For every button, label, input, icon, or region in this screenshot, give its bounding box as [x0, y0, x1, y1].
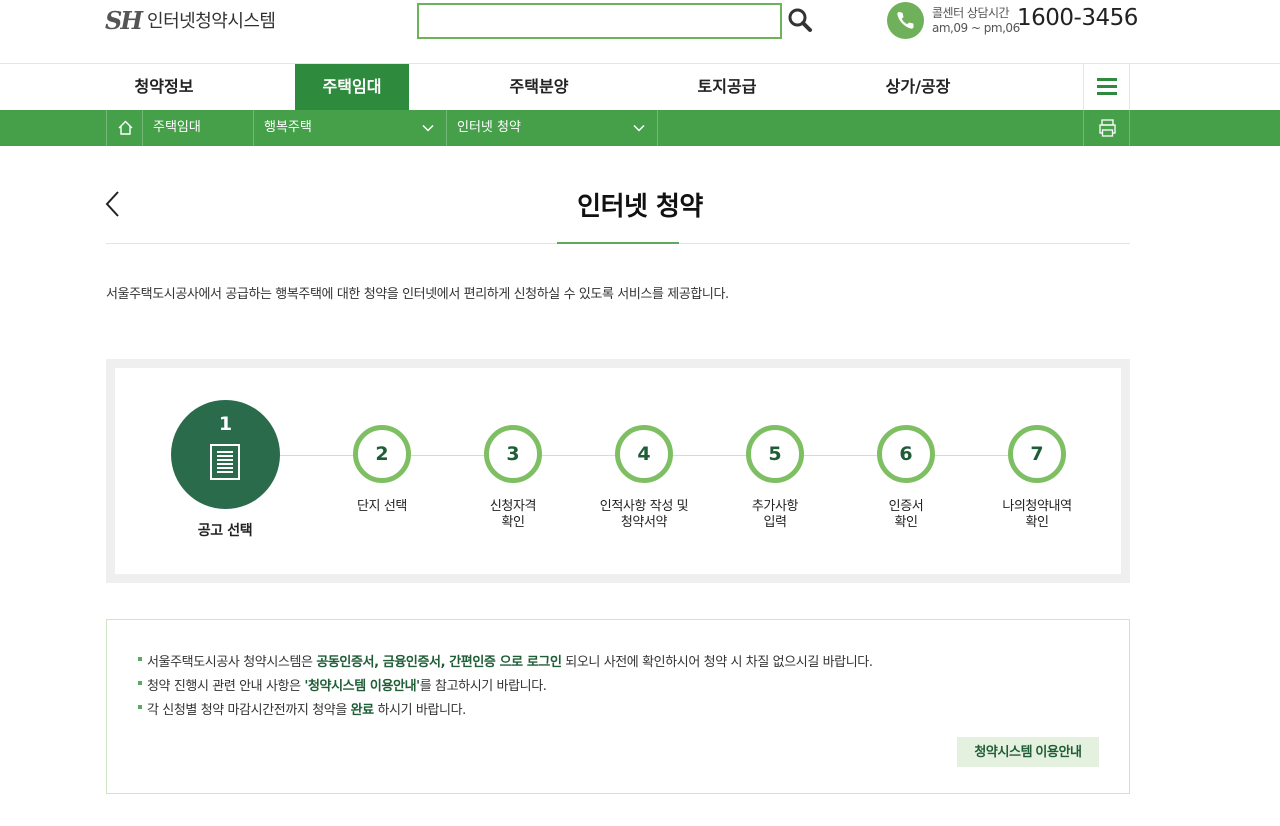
page-title: 인터넷 청약 [577, 192, 703, 222]
step-2-circle: 2 [353, 425, 411, 483]
breadcrumb: 주택임대 행복주택 인터넷 청약 [0, 110, 1280, 146]
step-4-circle: 4 [615, 425, 673, 483]
nav-item-housing-rental[interactable]: 주택임대 [295, 64, 409, 110]
search-button[interactable] [786, 6, 814, 34]
notice-line-guide: 청약 진행시 관련 안내 사항은 '청약시스템 이용안내'를 참고하시기 바랍니… [138, 675, 547, 694]
notice-line-deadline: 각 신청별 청약 마감시간전까지 청약을 완료 하시기 바랍니다. [138, 699, 466, 718]
site-header: SH 인터넷청약시스템 콜센터 상담시간 am,09 ~ pm,06 1600-… [0, 0, 1280, 64]
nav-item-housing-sale[interactable]: 주택분양 [480, 64, 598, 110]
notice-line-login: 서울주택도시공사 청약시스템은 공동인증서, 금융인증서, 간편인증 으로 로그… [138, 651, 873, 670]
notice-emphasis: 완료 [350, 703, 375, 718]
site-logo[interactable]: SH 인터넷청약시스템 [105, 4, 276, 36]
step-6-label: 인증서 확인 [888, 499, 924, 530]
notice-box: 서울주택도시공사 청약시스템은 공동인증서, 금융인증서, 간편인증 으로 로그… [106, 619, 1130, 794]
system-guide-button[interactable]: 청약시스템 이용안내 [957, 737, 1099, 767]
nav-item-land-supply[interactable]: 토지공급 [668, 64, 786, 110]
step-6-circle: 6 [877, 425, 935, 483]
call-label-title: 콜센터 상담시간 [932, 6, 1010, 20]
notice-text: 를 참고하시기 바랍니다. [419, 679, 547, 694]
print-button[interactable] [1083, 110, 1130, 146]
breadcrumb-label-level1: 주택임대 [153, 120, 201, 135]
title-accent-bar [557, 242, 679, 244]
chevron-down-icon [633, 124, 645, 132]
notice-emphasis: '청약시스템 이용안내' [304, 679, 420, 694]
notice-text: 하시기 바랍니다. [373, 703, 466, 718]
step-7-circle: 7 [1008, 425, 1066, 483]
breadcrumb-item-level1[interactable]: 주택임대 [143, 110, 254, 146]
phone-icon [887, 2, 924, 39]
step-5-label: 추가사항 입력 [751, 499, 799, 530]
step-2-label: 단지 선택 [357, 499, 407, 514]
breadcrumb-dropdown-level2[interactable]: 행복주택 [254, 110, 447, 146]
step-1-current: 1 [171, 400, 280, 509]
logo-text: 인터넷청약시스템 [147, 11, 276, 32]
notice-emphasis: 공동인증서, 금융인증서, 간편인증 으로 로그인 [316, 655, 562, 670]
notice-text: 청약 진행시 관련 안내 사항은 [147, 679, 305, 694]
step-1-number: 1 [218, 413, 233, 435]
call-label-hours: am,09 ~ pm,06 [932, 21, 1020, 35]
notice-text: 서울주택도시공사 청약시스템은 [147, 655, 317, 670]
call-center-number: 1600-3456 [1017, 5, 1138, 31]
breadcrumb-label-level3: 인터넷 청약 [457, 120, 521, 135]
logo-mark-text: SH [105, 5, 143, 35]
step-5-circle: 5 [746, 425, 804, 483]
chevron-down-icon [422, 124, 434, 132]
nav-item-subscription-info[interactable]: 청약정보 [106, 64, 222, 110]
printer-icon [1099, 119, 1116, 137]
breadcrumb-label-level2: 행복주택 [264, 120, 312, 135]
breadcrumb-dropdown-level3[interactable]: 인터넷 청약 [447, 110, 658, 146]
hamburger-menu-button[interactable] [1083, 64, 1130, 110]
step-3-circle: 3 [484, 425, 542, 483]
search-icon [788, 8, 812, 32]
step-7-label: 나의청약내역 확인 [1002, 499, 1072, 530]
page-intro: 서울주택도시공사에서 공급하는 행복주택에 대한 청약을 인터넷에서 편리하게 … [106, 287, 729, 302]
document-icon [210, 444, 240, 480]
step-4-label: 인적사항 작성 및 청약서약 [599, 499, 689, 530]
logo-mark: SH [105, 5, 143, 35]
call-center-hours: 콜센터 상담시간 am,09 ~ pm,06 [932, 6, 1020, 36]
home-icon [118, 120, 133, 135]
step-1-label: 공고 선택 [197, 523, 253, 539]
notice-text: 되오니 사전에 확인하시어 청약 시 차질 없으시길 바랍니다. [561, 655, 873, 670]
main-nav: 청약정보 주택임대 주택분양 토지공급 상가/공장 [0, 64, 1280, 110]
search-input[interactable] [417, 3, 782, 39]
breadcrumb-home[interactable] [106, 110, 143, 146]
step-3-label: 신청자격 확인 [489, 499, 537, 530]
notice-text: 각 신청별 청약 마감시간전까지 청약을 [147, 703, 351, 718]
nav-item-commercial-factory[interactable]: 상가/공장 [858, 64, 978, 110]
